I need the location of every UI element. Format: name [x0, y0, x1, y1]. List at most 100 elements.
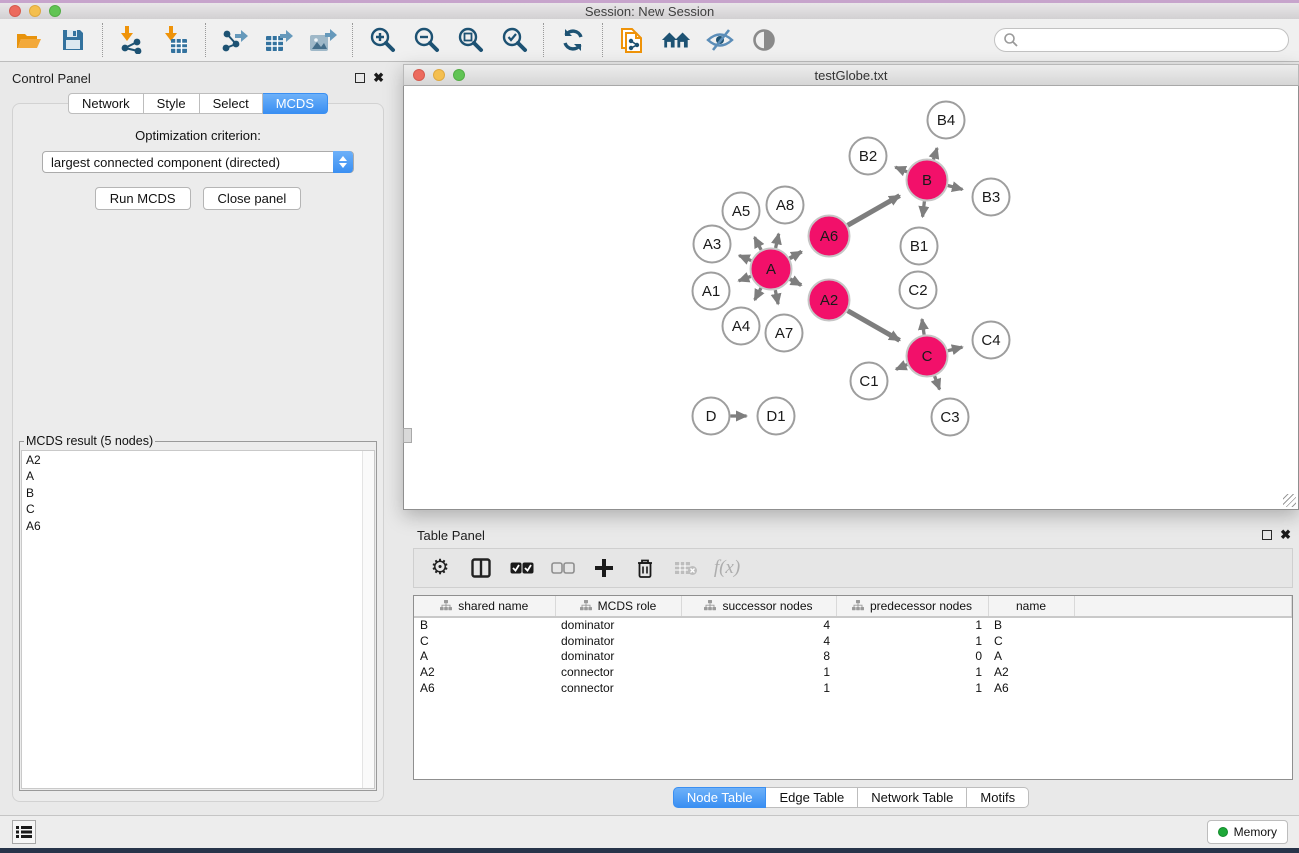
mcds-result-item[interactable]: B — [22, 484, 374, 500]
tab-edge-table[interactable]: Edge Table — [766, 787, 858, 808]
split-pane-icon[interactable] — [469, 556, 493, 580]
table-cell[interactable]: 4 — [681, 633, 836, 649]
network-graph[interactable]: B4B2BB3B1A5A8A3A6AA1A2C2A4A7CC4C1C3DD1 — [404, 86, 1298, 508]
edge-A-A1[interactable] — [739, 276, 751, 280]
edge-B-B1[interactable] — [923, 201, 925, 216]
table-cell[interactable]: 1 — [836, 633, 988, 649]
save-session-icon[interactable] — [58, 25, 88, 55]
table-cell[interactable]: A — [988, 649, 1074, 665]
column-header-predecessor-nodes[interactable]: predecessor nodes — [836, 596, 988, 617]
table-cell[interactable]: A2 — [414, 664, 555, 680]
table-row[interactable]: A2connector11A2 — [414, 664, 1292, 680]
mcds-result-item[interactable]: A6 — [22, 517, 374, 533]
mcds-result-item[interactable]: A2 — [22, 451, 374, 467]
column-header-successor-nodes[interactable]: successor nodes — [681, 596, 836, 617]
table-cell[interactable]: 1 — [836, 664, 988, 680]
export-table-icon[interactable] — [264, 25, 294, 55]
column-header-MCDS-role[interactable]: MCDS role — [555, 596, 681, 617]
table-cell[interactable]: connector — [555, 664, 681, 680]
table-cell[interactable]: C — [414, 633, 555, 649]
table-cell[interactable]: dominator — [555, 649, 681, 665]
close-table-panel-icon[interactable]: ✖ — [1280, 530, 1291, 540]
edge-A-A6[interactable] — [790, 252, 802, 259]
column-header-name[interactable]: name — [988, 596, 1074, 617]
table-cell[interactable]: B — [988, 617, 1074, 633]
table-cell[interactable]: 8 — [681, 649, 836, 665]
task-list-button[interactable] — [12, 820, 36, 844]
search-input[interactable] — [1019, 33, 1269, 47]
tab-network[interactable]: Network — [68, 93, 144, 114]
table-row[interactable]: A6connector11A6 — [414, 680, 1292, 696]
edge-A6-B[interactable] — [848, 196, 900, 226]
table-row[interactable]: Cdominator41C — [414, 633, 1292, 649]
delete-table-icon[interactable] — [674, 556, 698, 580]
edge-A2-C[interactable] — [848, 311, 900, 341]
edge-C-C1[interactable] — [896, 365, 907, 370]
tool-palette-grip[interactable] — [403, 428, 412, 443]
edge-B-B3[interactable] — [948, 186, 963, 190]
table-cell[interactable]: 4 — [681, 617, 836, 633]
tab-network-table[interactable]: Network Table — [858, 787, 967, 808]
optimization-criterion-select[interactable]: largest connected component (directed) — [42, 151, 354, 173]
table-cell[interactable]: dominator — [555, 617, 681, 633]
table-cell[interactable]: connector — [555, 680, 681, 696]
edge-A-A5[interactable] — [755, 237, 762, 250]
edge-C-C3[interactable] — [935, 376, 940, 389]
network-canvas[interactable]: B4B2BB3B1A5A8A3A6AA1A2C2A4A7CC4C1C3DD1 — [403, 86, 1299, 510]
zoom-fit-icon[interactable] — [455, 25, 485, 55]
zoom-selected-icon[interactable] — [499, 25, 529, 55]
run-mcds-button[interactable]: Run MCDS — [95, 187, 191, 210]
window-resize-grip[interactable] — [1283, 494, 1296, 507]
import-network-icon[interactable] — [117, 25, 147, 55]
mcds-result-item[interactable]: A — [22, 467, 374, 483]
edge-A-A3[interactable] — [739, 256, 751, 261]
table-cell[interactable]: B — [414, 617, 555, 633]
tab-mcds[interactable]: MCDS — [263, 93, 328, 114]
table-cell[interactable]: 1 — [836, 680, 988, 696]
edge-A-A4[interactable] — [755, 288, 761, 300]
edge-C-C2[interactable] — [922, 319, 924, 334]
table-row[interactable]: Adominator80A — [414, 649, 1292, 665]
network-window-titlebar[interactable]: testGlobe.txt — [403, 64, 1299, 86]
float-table-panel-icon[interactable] — [1262, 530, 1272, 540]
delete-column-icon[interactable] — [633, 556, 657, 580]
column-header-shared-name[interactable]: shared name — [414, 596, 555, 617]
toolbar-search[interactable] — [994, 28, 1289, 52]
edge-A-A7[interactable] — [775, 290, 778, 304]
import-table-icon[interactable] — [161, 25, 191, 55]
table-cell[interactable]: 0 — [836, 649, 988, 665]
add-column-icon[interactable] — [592, 556, 616, 580]
table-cell[interactable]: 1 — [836, 617, 988, 633]
tab-node-table[interactable]: Node Table — [673, 787, 767, 808]
zoom-in-icon[interactable] — [367, 25, 397, 55]
edge-C-C4[interactable] — [948, 347, 963, 351]
node-table[interactable]: shared nameMCDS rolesuccessor nodesprede… — [413, 595, 1293, 780]
table-cell[interactable]: C — [988, 633, 1074, 649]
edge-A-A2[interactable] — [790, 279, 801, 285]
show-eye-icon[interactable] — [749, 25, 779, 55]
table-cell[interactable]: A6 — [414, 680, 555, 696]
deselect-all-icon[interactable] — [551, 556, 575, 580]
memory-button[interactable]: Memory — [1207, 820, 1288, 844]
export-image-icon[interactable] — [308, 25, 338, 55]
table-cell[interactable]: 1 — [681, 664, 836, 680]
tab-style[interactable]: Style — [144, 93, 200, 114]
zoom-out-icon[interactable] — [411, 25, 441, 55]
float-panel-icon[interactable] — [355, 73, 365, 83]
edge-A-A8[interactable] — [776, 234, 779, 248]
mcds-result-item[interactable]: C — [22, 500, 374, 516]
list-scrollbar[interactable] — [362, 451, 374, 788]
open-file-icon[interactable] — [14, 25, 44, 55]
function-fx-icon[interactable]: f(x) — [715, 556, 739, 580]
export-network-icon[interactable] — [220, 25, 250, 55]
table-cell[interactable]: A — [414, 649, 555, 665]
settings-gear-icon[interactable]: ⚙ — [428, 556, 452, 580]
copy-network-icon[interactable] — [617, 25, 647, 55]
table-cell[interactable]: 1 — [681, 680, 836, 696]
table-row[interactable]: Bdominator41B — [414, 617, 1292, 633]
refresh-icon[interactable] — [558, 25, 588, 55]
edge-B-B4[interactable] — [933, 148, 937, 159]
table-cell[interactable]: A6 — [988, 680, 1074, 696]
home-icon[interactable] — [661, 25, 691, 55]
tab-motifs[interactable]: Motifs — [967, 787, 1029, 808]
